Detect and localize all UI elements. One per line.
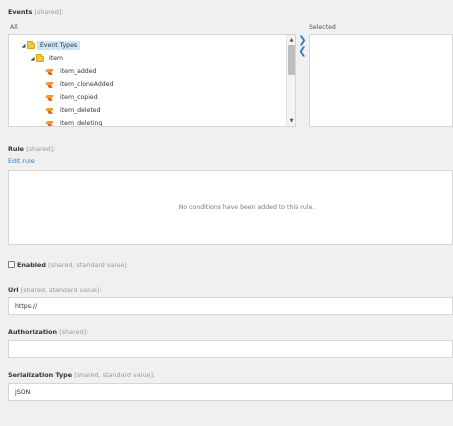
serialization-type-label: Serialization Type [shared, standard val… xyxy=(8,371,156,379)
edit-rule-link[interactable]: Edit rule xyxy=(8,157,35,165)
url-label: Url [shared, standard value]: xyxy=(8,286,102,294)
selected-events-list[interactable] xyxy=(309,34,453,127)
authorization-field[interactable] xyxy=(8,340,453,358)
authorization-label: Authorization [shared]: xyxy=(8,328,89,336)
scroll-down-icon[interactable]: ▼ xyxy=(287,117,295,125)
events-label: Events [shared]: xyxy=(8,8,64,16)
tree-node-event[interactable]: item_cloneAdded xyxy=(46,79,116,90)
tree-node-label[interactable]: item_deleted xyxy=(57,106,104,115)
scroll-up-icon[interactable]: ▲ xyxy=(287,36,295,44)
tree-node-label[interactable]: item_deleting xyxy=(57,119,105,126)
tree-scrollbar[interactable]: ▲ ▼ xyxy=(286,35,295,126)
tree-node-event[interactable]: item_added xyxy=(46,66,99,77)
serialization-type-field[interactable]: JSON xyxy=(8,383,453,401)
url-field[interactable]: https:// xyxy=(8,297,453,315)
tree-node-label[interactable]: item_added xyxy=(57,67,99,76)
event-icon xyxy=(46,68,53,75)
tree-node-event[interactable]: item_copied xyxy=(46,92,101,103)
all-label: All xyxy=(10,24,18,31)
rule-conditions-box: No conditions have been added to this ru… xyxy=(8,170,453,245)
tree-node-event[interactable]: item_deleted xyxy=(46,105,104,116)
rule-empty-text: No conditions have been added to this ru… xyxy=(178,204,315,211)
enabled-label: Enabled [shared, standard value] xyxy=(17,261,127,269)
selected-label: Selected xyxy=(309,24,336,31)
tree-node-event[interactable]: item_deleting xyxy=(46,118,105,126)
tree-node-label[interactable]: item_copied xyxy=(57,93,101,102)
rule-label: Rule [shared]: xyxy=(8,145,56,153)
expand-icon[interactable]: ◢ xyxy=(20,43,27,49)
scrollbar-thumb[interactable] xyxy=(288,45,295,75)
all-events-tree[interactable]: ◢ Event Types ◢ Item item_added item_clo… xyxy=(8,34,296,127)
event-icon xyxy=(46,81,53,88)
folder-icon xyxy=(36,53,44,62)
enabled-checkbox[interactable] xyxy=(8,261,15,268)
remove-arrow-icon[interactable]: ❮ xyxy=(298,47,307,57)
folder-icon xyxy=(27,40,35,49)
event-icon xyxy=(46,94,53,101)
tree-node-label[interactable]: Event Types xyxy=(37,41,81,50)
add-arrow-icon[interactable]: ❯ xyxy=(298,36,307,46)
event-icon xyxy=(46,120,53,126)
tree-node-label[interactable]: Item xyxy=(46,54,66,63)
expand-icon[interactable]: ◢ xyxy=(29,56,36,62)
tree-node-event-types[interactable]: ◢ Event Types xyxy=(20,40,81,51)
tree-node-label[interactable]: item_cloneAdded xyxy=(57,80,116,89)
event-icon xyxy=(46,107,53,114)
tree-node-item[interactable]: ◢ Item xyxy=(29,53,66,64)
